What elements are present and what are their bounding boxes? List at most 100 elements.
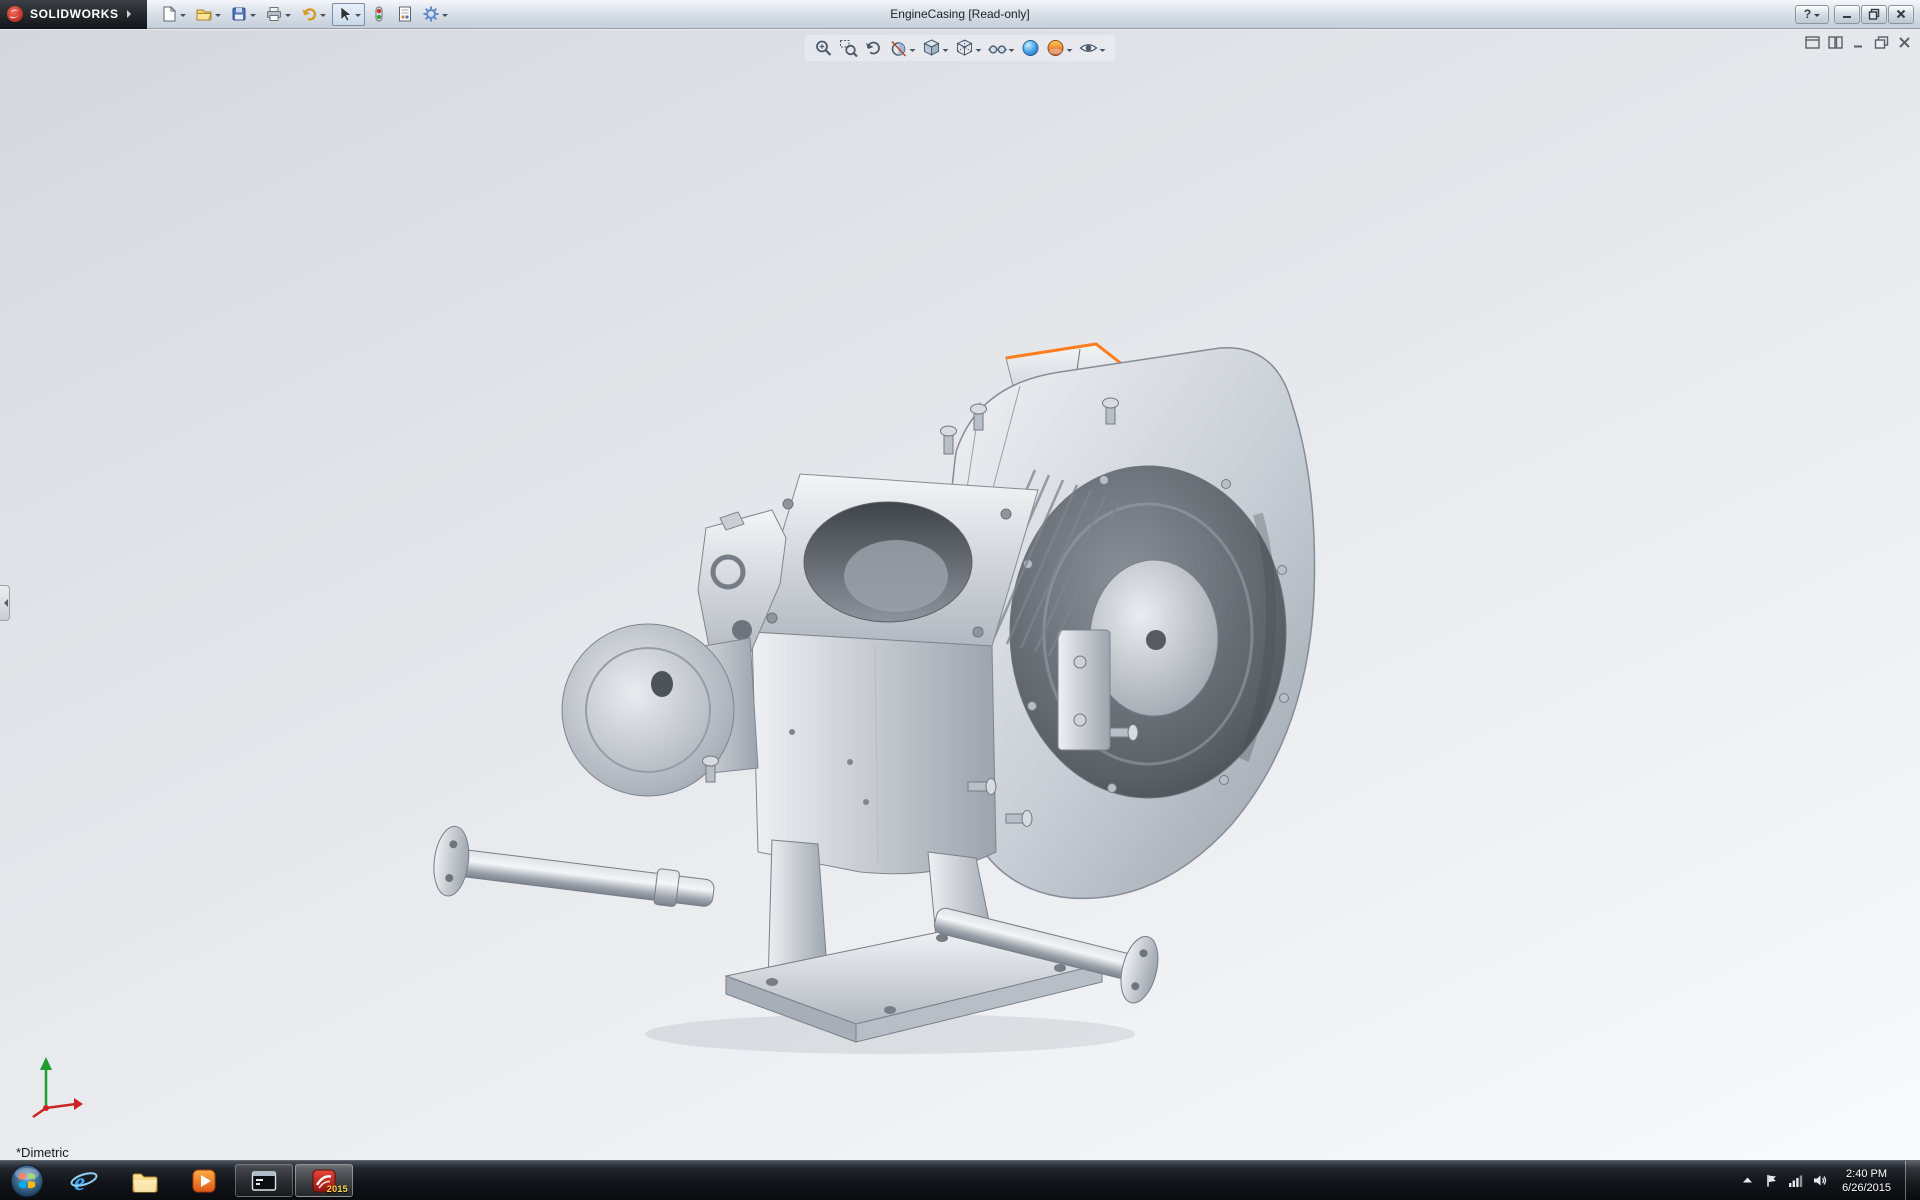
windows-start-orb-icon: [9, 1163, 45, 1199]
selection-filter-button[interactable]: [367, 3, 391, 26]
tile-windows-icon: [1828, 36, 1843, 49]
tile-windows-button[interactable]: [1828, 36, 1843, 49]
new-window-icon: [1805, 36, 1820, 49]
action-center-flag-icon: [1764, 1173, 1779, 1188]
view-settings-eye-icon: [1079, 38, 1099, 58]
show-hidden-icons-button[interactable]: [1740, 1173, 1755, 1188]
quick-access-toolbar: [157, 3, 452, 26]
ds-logo-icon: [6, 5, 24, 23]
edit-appearance-button[interactable]: [1020, 37, 1042, 59]
action-center-button[interactable]: [1764, 1173, 1779, 1188]
open-document-button[interactable]: [192, 3, 225, 26]
print-button[interactable]: [262, 3, 295, 26]
dropdown-caret-icon[interactable]: [180, 14, 186, 20]
dropdown-caret-icon[interactable]: [943, 49, 949, 55]
graphics-viewport[interactable]: *Dimetric: [0, 30, 1920, 1160]
engine-casing-model[interactable]: [420, 332, 1320, 1076]
network-status-button[interactable]: [1788, 1173, 1803, 1188]
dropdown-caret-icon[interactable]: [250, 14, 256, 20]
save-button[interactable]: [227, 3, 260, 26]
help-button[interactable]: ?: [1795, 5, 1829, 24]
network-icon: [1788, 1173, 1803, 1188]
new-window-button[interactable]: [1805, 36, 1820, 49]
clock-time: 2:40 PM: [1842, 1167, 1891, 1181]
hide-show-items-button[interactable]: [987, 37, 1017, 59]
document-window-controls: [1805, 36, 1912, 49]
open-folder-icon: [195, 5, 213, 23]
task-pane-collapse-tab[interactable]: [0, 585, 10, 621]
dropdown-caret-icon[interactable]: [1009, 49, 1015, 55]
start-button[interactable]: [0, 1161, 54, 1200]
taskbar: e: [0, 1160, 1920, 1200]
zoom-to-fit-icon: [814, 38, 834, 58]
left-shaft[interactable]: [430, 824, 717, 928]
taskbar-clock[interactable]: 2:40 PM 6/26/2015: [1836, 1167, 1897, 1195]
solidworks-version-badge: 2015: [327, 1184, 348, 1194]
restore-document-button[interactable]: [1874, 36, 1889, 49]
taskbar-item-windows-explorer[interactable]: [115, 1164, 173, 1197]
taskbar-item-command-prompt[interactable]: [235, 1164, 293, 1197]
view-orientation-button[interactable]: [921, 37, 951, 59]
help-dropdown-caret-icon: [1814, 14, 1820, 20]
selection-filter-stoplight-icon: [370, 5, 388, 23]
dropdown-caret-icon[interactable]: [285, 14, 291, 20]
minimize-icon: [1841, 8, 1853, 20]
taskbar-item-internet-explorer[interactable]: e: [55, 1164, 113, 1197]
window-controls: ?: [1795, 5, 1920, 24]
taskbar-item-media-player[interactable]: [175, 1164, 233, 1197]
cylinder-block-front[interactable]: [752, 632, 996, 874]
restore-icon: [1868, 8, 1880, 20]
view-settings-button[interactable]: [1078, 37, 1108, 59]
options-button[interactable]: [419, 3, 452, 26]
dropdown-caret-icon[interactable]: [442, 14, 448, 20]
folder-icon: [130, 1167, 158, 1195]
save-floppy-icon: [230, 5, 248, 23]
dropdown-caret-icon[interactable]: [1067, 49, 1073, 55]
close-button[interactable]: [1888, 5, 1914, 24]
select-cursor-icon: [335, 5, 353, 23]
undo-arrow-icon: [300, 5, 318, 23]
show-desktop-button[interactable]: [1905, 1161, 1920, 1200]
dropdown-caret-icon[interactable]: [910, 49, 916, 55]
logo-expand-arrow-icon[interactable]: [127, 10, 135, 18]
volume-button[interactable]: [1812, 1173, 1827, 1188]
dropdown-caret-icon[interactable]: [1100, 49, 1106, 55]
apply-scene-button[interactable]: [1045, 37, 1075, 59]
undo-button[interactable]: [297, 3, 330, 26]
display-style-button[interactable]: [954, 37, 984, 59]
options-gear-icon: [422, 5, 440, 23]
view-orientation-label: *Dimetric: [16, 1145, 69, 1160]
svg-text:e: e: [74, 1169, 85, 1195]
previous-view-button[interactable]: [863, 37, 885, 59]
file-properties-icon: [396, 5, 414, 23]
print-icon: [265, 5, 283, 23]
minimize-document-button[interactable]: [1851, 36, 1866, 49]
previous-view-icon: [864, 38, 884, 58]
flywheel-cover[interactable]: [562, 624, 758, 796]
apply-scene-icon: [1046, 38, 1066, 58]
volume-speaker-icon: [1812, 1173, 1827, 1188]
select-button[interactable]: [332, 3, 365, 26]
new-document-button[interactable]: [157, 3, 190, 26]
zoom-to-area-button[interactable]: [838, 37, 860, 59]
dropdown-caret-icon[interactable]: [320, 14, 326, 20]
new-document-icon: [160, 5, 178, 23]
collapse-arrow-icon: [0, 599, 8, 607]
media-player-icon: [190, 1167, 218, 1195]
close-document-button[interactable]: [1897, 36, 1912, 49]
hide-show-glasses-icon: [988, 38, 1008, 58]
restore-button[interactable]: [1861, 5, 1887, 24]
taskbar-item-solidworks-2015[interactable]: 2015: [295, 1164, 353, 1197]
minimize-button[interactable]: [1834, 5, 1860, 24]
cylinder-block-top[interactable]: [752, 474, 1038, 646]
section-view-button[interactable]: [888, 37, 918, 59]
brand-text: SOLIDWORKS: [30, 7, 119, 21]
zoom-to-fit-button[interactable]: [813, 37, 835, 59]
dropdown-caret-icon[interactable]: [215, 14, 221, 20]
close-icon: [1895, 8, 1907, 20]
file-properties-button[interactable]: [393, 3, 417, 26]
dropdown-caret-icon[interactable]: [355, 14, 361, 20]
dropdown-caret-icon[interactable]: [976, 49, 982, 55]
section-view-icon: [889, 38, 909, 58]
edit-appearance-sphere-icon: [1021, 38, 1041, 58]
